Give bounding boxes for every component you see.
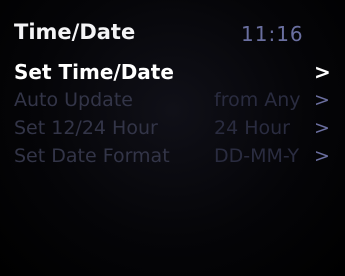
menu-item-label: Set Date Format xyxy=(14,145,170,167)
chevron-right-icon: > xyxy=(314,145,330,167)
page-title: Time/Date xyxy=(14,20,136,44)
menu-item-value: from Any xyxy=(214,89,301,111)
menu-item-set-date-format[interactable]: Set Date Format DD-MM-Y > xyxy=(0,142,345,170)
menu-item-set-time-date[interactable]: Set Time/Date > xyxy=(0,58,345,86)
clock-readout: 11:16 xyxy=(241,22,304,46)
header-bar: Time/Date 11:16 xyxy=(0,0,345,52)
menu-item-auto-update[interactable]: Auto Update from Any > xyxy=(0,86,345,114)
menu-item-label: Set Time/Date xyxy=(14,60,174,84)
menu-item-label: Set 12/24 Hour xyxy=(14,117,158,139)
display-screen: Time/Date 11:16 Set Time/Date > Auto Upd… xyxy=(0,0,345,276)
menu-item-set-12-24-hour[interactable]: Set 12/24 Hour 24 Hour > xyxy=(0,114,345,142)
menu-item-value: DD-MM-Y xyxy=(214,145,300,167)
chevron-right-icon: > xyxy=(314,89,330,111)
menu-item-label: Auto Update xyxy=(14,89,133,111)
chevron-right-icon: > xyxy=(314,60,331,84)
menu-item-value: 24 Hour xyxy=(214,117,290,139)
chevron-right-icon: > xyxy=(314,117,330,139)
